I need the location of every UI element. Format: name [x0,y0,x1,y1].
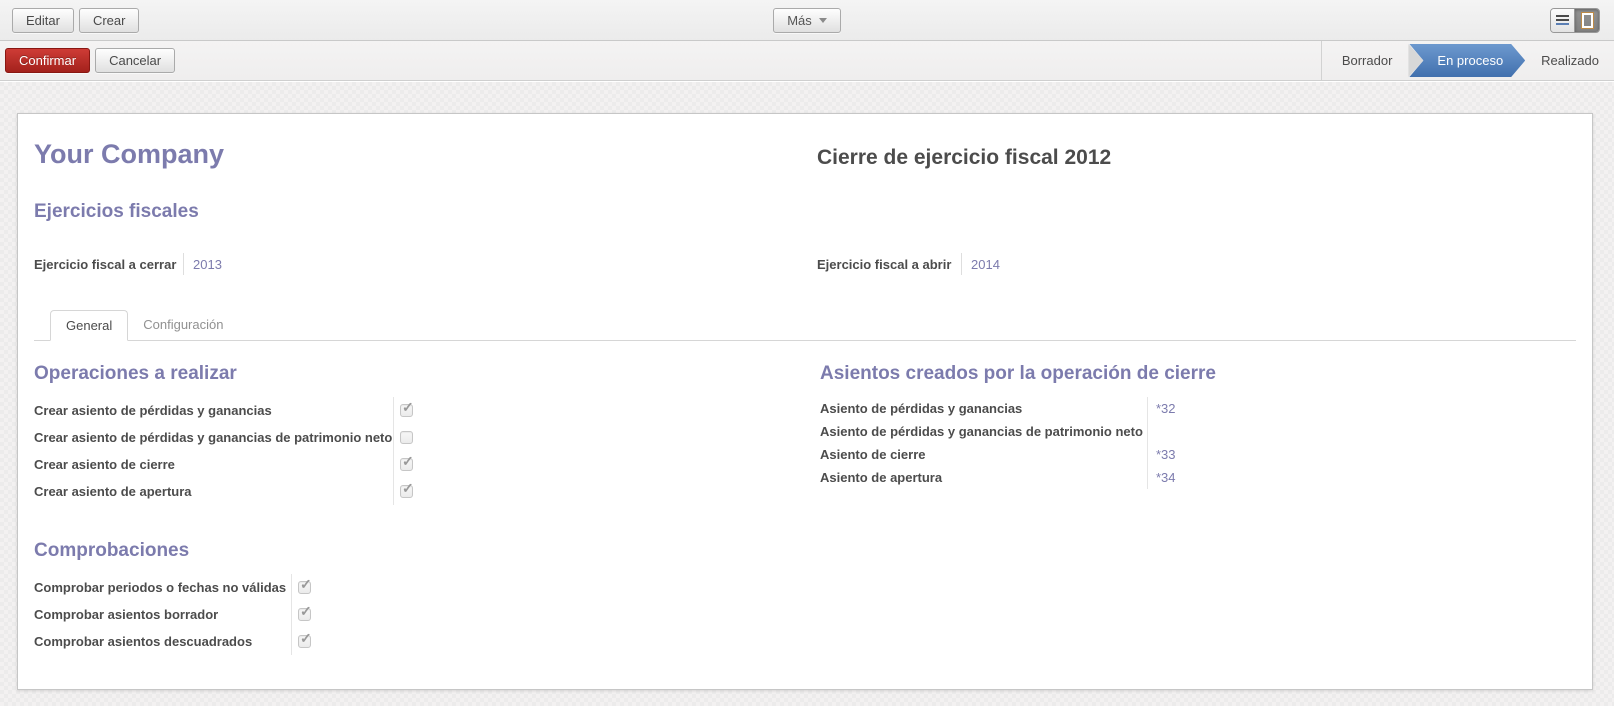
field-label: Ejercicio fiscal a cerrar [34,257,183,272]
fiscal-year-fields: Ejercicio fiscal a cerrar 2013 Ejercicio… [34,253,1576,275]
cancel-button[interactable]: Cancelar [95,48,175,73]
field-label: Comprobar asientos descuadrados [34,628,292,655]
move-link[interactable]: *33 [1148,447,1176,462]
left-column: Operaciones a realizar Crear asiento de … [34,347,790,655]
form-view-button[interactable] [1575,9,1599,32]
group-moves: Asientos creados por la operación de cie… [820,363,1576,489]
group-checks: Comprobaciones Comprobar periodos o fech… [34,540,790,655]
page-title: Cierre de ejercicio fiscal 2012 [817,146,1576,170]
fiscal-year-open-value[interactable]: 2014 [962,257,1000,272]
checkbox [298,608,311,621]
field-label: Crear asiento de pérdidas y ganancias de… [34,424,394,451]
group-operations-title: Operaciones a realizar [34,363,790,385]
field-row: Crear asiento de cierre [34,451,790,478]
field-row: Asiento de pérdidas y ganancias de patri… [820,420,1576,443]
group-moves-title: Asientos creados por la operación de cie… [820,363,1576,385]
form-sheet: Your Company Cierre de ejercicio fiscal … [17,113,1593,690]
more-group: Más [0,8,1614,33]
field-fiscal-year-close: Ejercicio fiscal a cerrar 2013 [34,253,793,275]
edit-button[interactable]: Editar [12,8,74,33]
right-column: Asientos creados por la operación de cie… [820,347,1576,655]
field-row: Crear asiento de apertura [34,478,790,505]
content-background: Your Company Cierre de ejercicio fiscal … [0,82,1614,706]
status-realizado: Realizado [1525,53,1614,68]
create-button[interactable]: Crear [79,8,140,33]
list-view-button[interactable] [1551,9,1575,32]
field-row: Comprobar asientos descuadrados [34,628,790,655]
action-toolbar: Confirmar Cancelar Borrador En proceso R… [0,41,1614,81]
field-label: Asiento de pérdidas y ganancias de patri… [820,420,1148,443]
more-dropdown-button[interactable]: Más [773,8,841,33]
section-fiscal-years-title: Ejercicios fiscales [34,201,1576,223]
field-label: Crear asiento de apertura [34,478,394,505]
confirm-button[interactable]: Confirmar [5,48,90,73]
field-row: Crear asiento de pérdidas y ganancias [34,397,790,424]
field-label: Comprobar asientos borrador [34,601,292,628]
move-link[interactable]: *32 [1148,401,1176,416]
field-label: Asiento de pérdidas y ganancias [820,397,1148,420]
tab-general[interactable]: General [50,310,128,341]
sheet-header: Your Company Cierre de ejercicio fiscal … [34,126,1576,170]
group-operations: Operaciones a realizar Crear asiento de … [34,363,790,505]
field-label: Ejercicio fiscal a abrir [817,257,961,272]
field-label: Asiento de cierre [820,443,1148,466]
field-row: Asiento de pérdidas y ganancias *32 [820,397,1576,420]
statusbar-divider [1321,41,1322,80]
chevron-down-icon [819,18,827,23]
company-name-link[interactable]: Your Company [34,139,793,170]
field-row: Asiento de cierre *33 [820,443,1576,466]
field-row: Crear asiento de pérdidas y ganancias de… [34,424,790,451]
checkbox [298,635,311,648]
fiscal-year-close-value[interactable]: 2013 [184,257,222,272]
more-label: Más [787,13,812,28]
field-label: Crear asiento de pérdidas y ganancias [34,397,394,424]
checkbox [400,404,413,417]
list-view-icon [1556,15,1569,25]
action-buttons: Confirmar Cancelar [5,48,175,73]
field-label: Asiento de apertura [820,466,1148,489]
field-label: Comprobar periodos o fechas no válidas [34,574,292,601]
field-row: Asiento de apertura *34 [820,466,1576,489]
notebook-tabs: General Configuración [34,310,1576,341]
statusbar: Borrador En proceso Realizado [1321,41,1614,80]
top-toolbar: Editar Crear Más [0,0,1614,41]
edit-create-group: Editar Crear [12,8,139,33]
status-borrador: Borrador [1326,53,1409,68]
checkbox [298,581,311,594]
checkbox [400,431,413,444]
tab-configuracion[interactable]: Configuración [128,310,238,341]
field-label: Crear asiento de cierre [34,451,394,478]
group-checks-title: Comprobaciones [34,540,790,562]
checkbox [400,485,413,498]
field-fiscal-year-open: Ejercicio fiscal a abrir 2014 [817,253,1576,275]
move-link[interactable]: *34 [1148,470,1176,485]
field-row: Comprobar asientos borrador [34,601,790,628]
checkbox [400,458,413,471]
tab-general-content: Operaciones a realizar Crear asiento de … [34,347,1576,655]
status-en-proceso-active: En proceso [1409,44,1525,77]
form-view-icon [1582,13,1593,28]
field-row: Comprobar periodos o fechas no válidas [34,574,790,601]
view-switcher [1550,8,1600,33]
